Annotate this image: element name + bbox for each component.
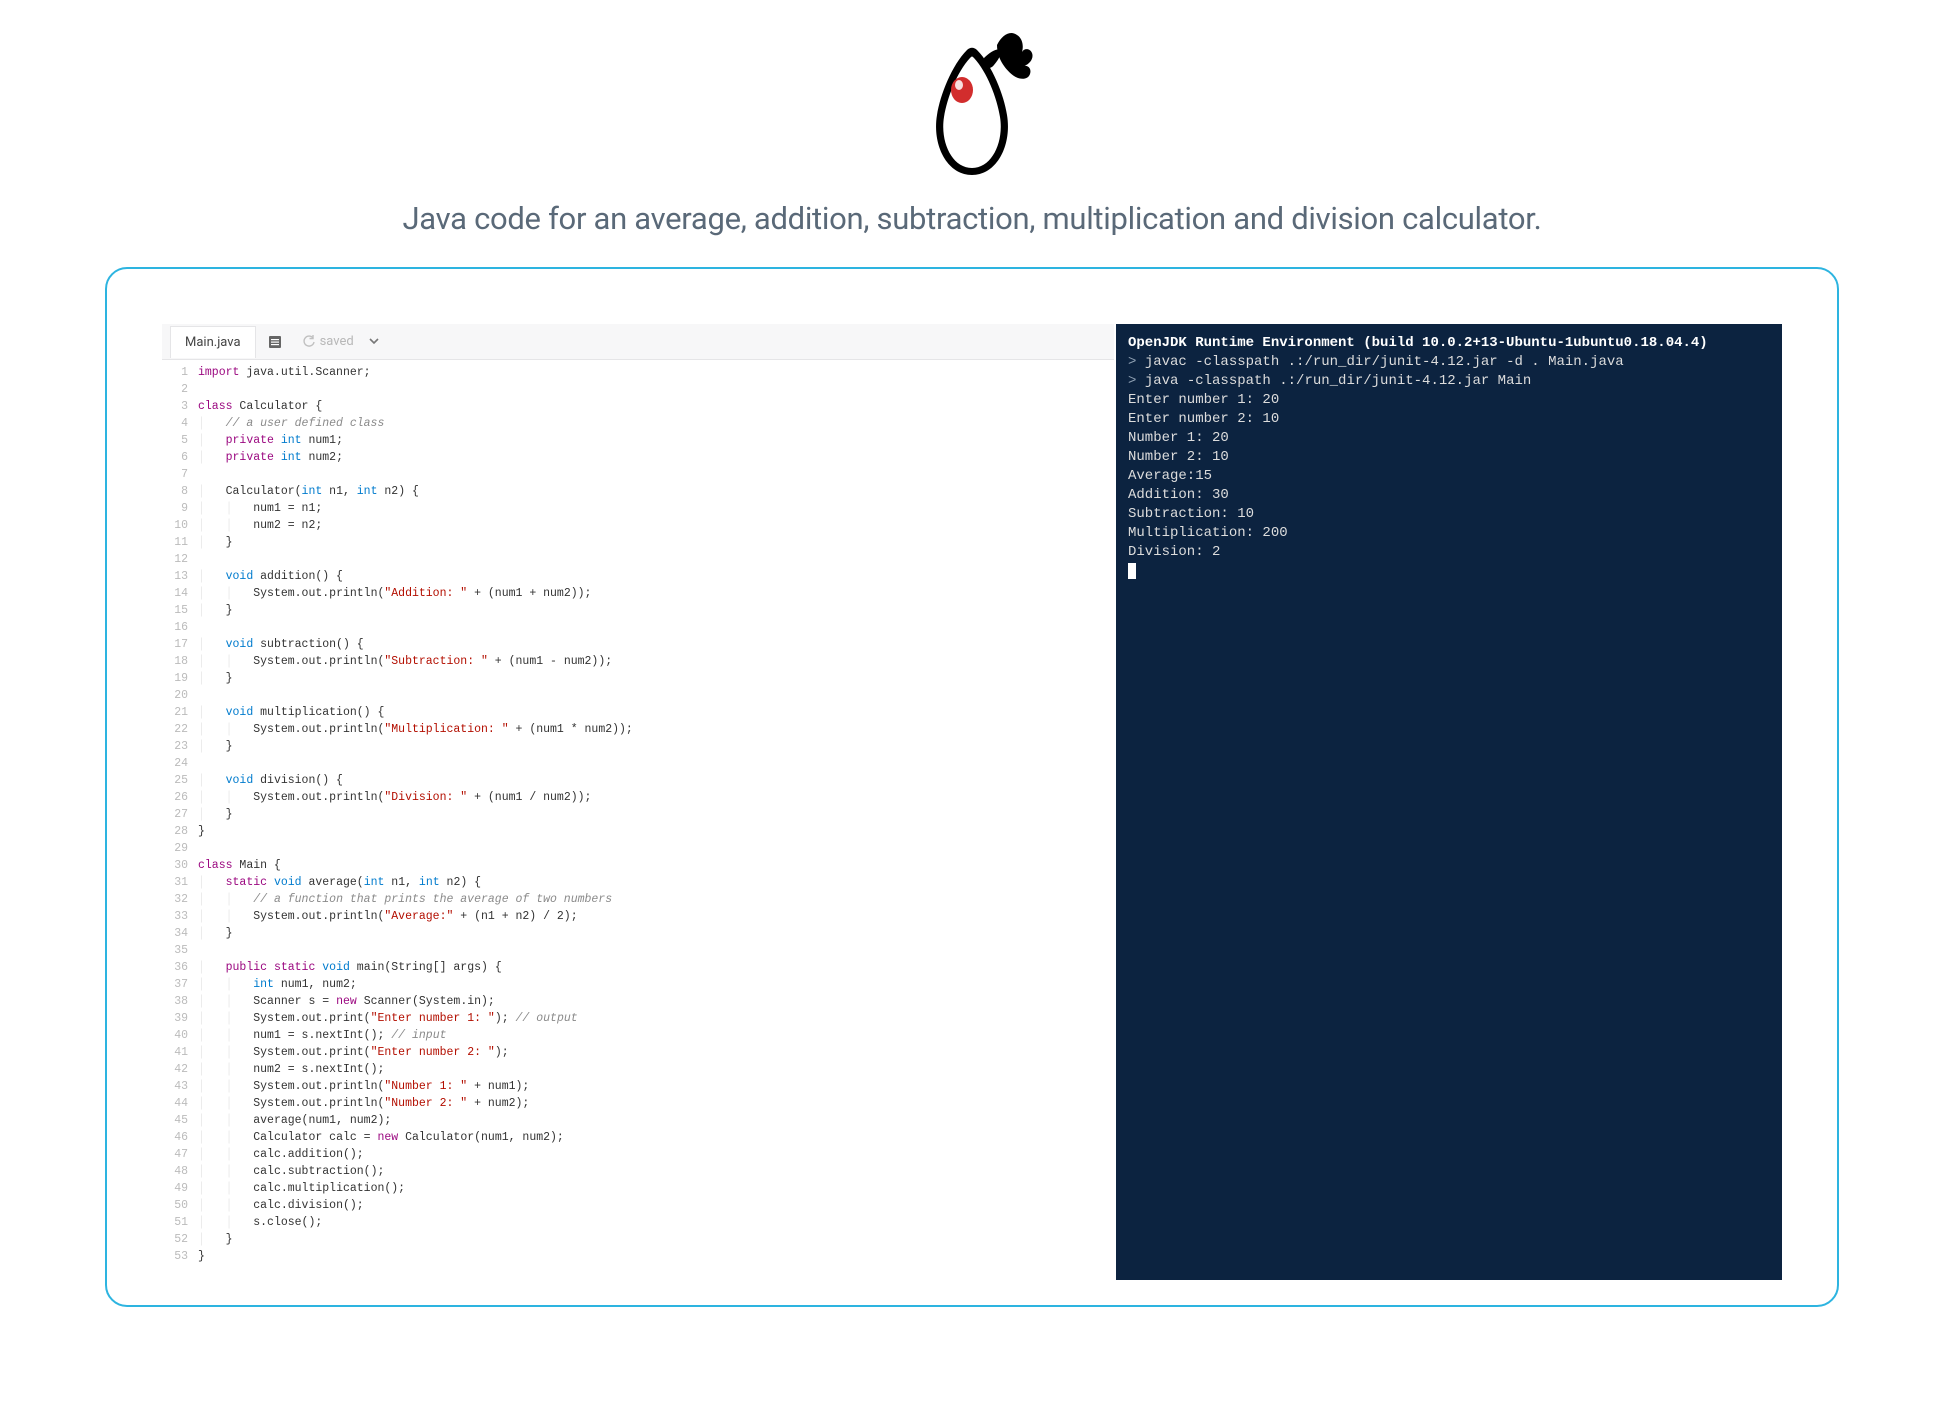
tab-bar: Main.java saved bbox=[162, 324, 1114, 360]
chevron-down-icon[interactable] bbox=[368, 332, 380, 351]
page-subtitle: Java code for an average, addition, subt… bbox=[0, 200, 1944, 237]
terminal-cursor bbox=[1128, 563, 1136, 579]
saved-label: saved bbox=[320, 334, 354, 349]
refresh-icon bbox=[302, 335, 316, 349]
code-editor[interactable]: 1234567891011121314151617181920212223242… bbox=[162, 360, 1114, 1280]
ide-container: Main.java saved 123456789101112131415161… bbox=[105, 267, 1839, 1307]
terminal-panel[interactable]: OpenJDK Runtime Environment (build 10.0.… bbox=[1116, 324, 1782, 1280]
editor-panel: Main.java saved 123456789101112131415161… bbox=[162, 324, 1114, 1280]
saved-indicator: saved bbox=[302, 334, 354, 349]
code-content[interactable]: import java.util.Scanner; class Calculat… bbox=[198, 360, 1114, 1280]
file-tab[interactable]: Main.java bbox=[170, 326, 256, 358]
line-gutter: 1234567891011121314151617181920212223242… bbox=[162, 360, 198, 1280]
list-icon[interactable] bbox=[262, 329, 288, 355]
java-logo bbox=[902, 30, 1042, 180]
